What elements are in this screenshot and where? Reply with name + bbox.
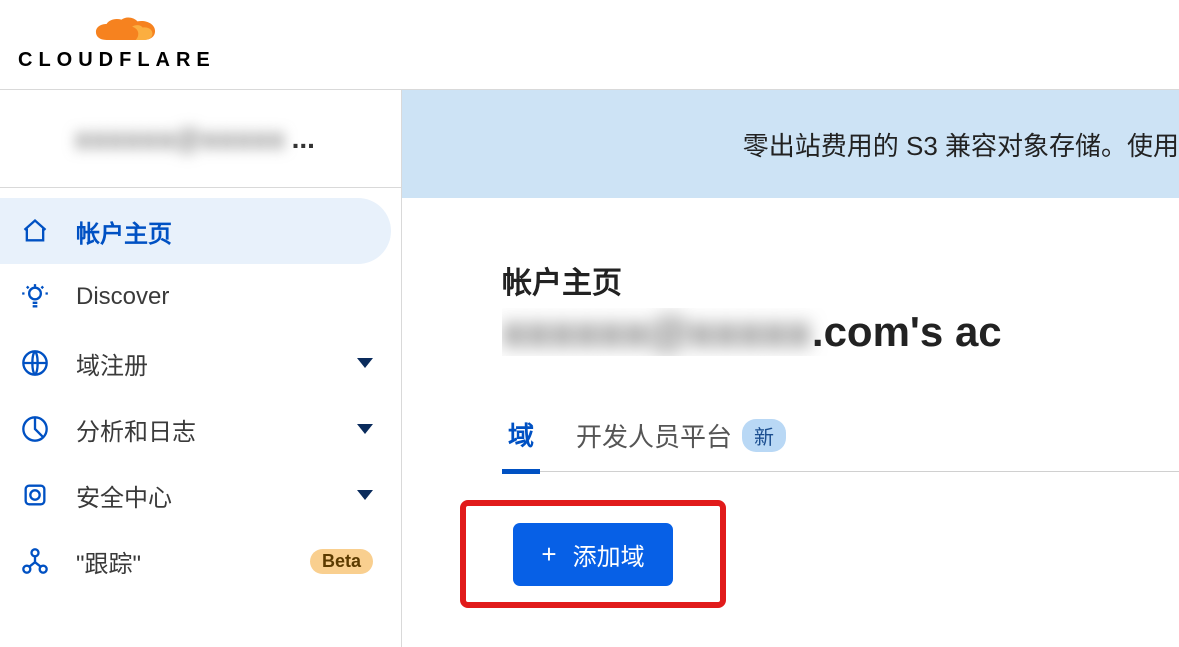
- beta-badge: Beta: [310, 549, 373, 574]
- promo-banner[interactable]: 零出站费用的 S3 兼容对象存储。使用: [402, 90, 1179, 198]
- add-domain-label: 添加域: [573, 537, 645, 572]
- cloud-icon: [88, 17, 178, 47]
- tabs: 域 开发人员平台 新: [502, 406, 1179, 472]
- chevron-down-icon: [357, 490, 373, 500]
- sidebar-item-domain-registration[interactable]: 域注册: [0, 330, 401, 396]
- lightbulb-icon: [20, 282, 50, 312]
- sidebar-item-label: 安全中心: [76, 478, 357, 513]
- account-selector[interactable]: xxxxxx@xxxxx ...: [0, 90, 401, 188]
- home-icon: [20, 216, 50, 246]
- account-label: xxxxxx@xxxxx: [75, 123, 286, 155]
- sidebar: xxxxxx@xxxxx ... 帐户主页 Discover 域注册: [0, 90, 402, 647]
- sidebar-item-security-center[interactable]: 安全中心: [0, 462, 401, 528]
- account-heading: xxxxxx@xxxxx .com's ac: [502, 308, 1179, 356]
- network-icon: [20, 546, 50, 576]
- highlight-annotation: + 添加域: [460, 500, 726, 608]
- plus-icon: +: [541, 541, 556, 567]
- page-title: 帐户主页: [502, 258, 1179, 302]
- chevron-down-icon: [357, 424, 373, 434]
- account-suffix: .com's ac: [812, 308, 1002, 356]
- tab-domains[interactable]: 域: [502, 406, 540, 474]
- account-email-blurred: xxxxxx@xxxxx: [502, 308, 812, 356]
- brand-logo[interactable]: CLOUDFLARE: [18, 17, 216, 72]
- account-ellipsis: ...: [292, 123, 315, 155]
- main-content: 零出站费用的 S3 兼容对象存储。使用 帐户主页 xxxxxx@xxxxx .c…: [402, 90, 1179, 647]
- chevron-down-icon: [357, 358, 373, 368]
- tab-developer-platform[interactable]: 开发人员平台 新: [570, 407, 792, 470]
- sidebar-nav: 帐户主页 Discover 域注册 分析和日志: [0, 188, 401, 594]
- tab-label: 开发人员平台: [576, 417, 732, 454]
- sidebar-item-trace[interactable]: "跟踪" Beta: [0, 528, 401, 594]
- sidebar-item-label: 分析和日志: [76, 412, 357, 447]
- new-badge: 新: [742, 419, 786, 452]
- piechart-icon: [20, 414, 50, 444]
- brand-name: CLOUDFLARE: [18, 49, 216, 72]
- tab-label: 域: [508, 416, 534, 453]
- sidebar-item-label: Discover: [76, 283, 373, 311]
- sidebar-item-label: 帐户主页: [76, 214, 363, 249]
- sidebar-item-label: "跟踪": [76, 544, 300, 579]
- sidebar-item-home[interactable]: 帐户主页: [0, 198, 391, 264]
- sidebar-item-discover[interactable]: Discover: [0, 264, 401, 330]
- banner-text: 零出站费用的 S3 兼容对象存储。使用: [743, 126, 1179, 163]
- sidebar-item-label: 域注册: [76, 346, 357, 381]
- topbar: CLOUDFLARE: [0, 0, 1179, 90]
- sidebar-item-analytics[interactable]: 分析和日志: [0, 396, 401, 462]
- globe-icon: [20, 348, 50, 378]
- add-domain-button[interactable]: + 添加域: [513, 523, 672, 586]
- shield-icon: [20, 480, 50, 510]
